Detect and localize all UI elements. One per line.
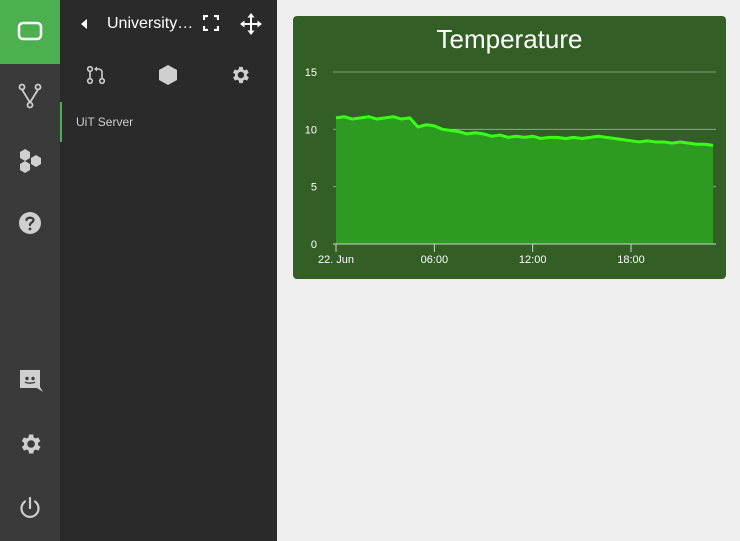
chevron-left-icon — [81, 19, 87, 29]
power-icon — [20, 496, 40, 518]
rail-branches-button[interactable] — [0, 64, 60, 128]
panel-tabs — [60, 60, 277, 90]
x-tick-label: 22. Jun — [318, 254, 354, 266]
selected-indicator — [60, 102, 62, 142]
x-tick-label: 12:00 — [519, 254, 547, 266]
hexagon-icon — [159, 65, 177, 85]
server-label: UiT Server — [76, 115, 134, 129]
help-icon — [19, 212, 41, 234]
fullscreen-button[interactable] — [201, 13, 221, 33]
rail-discord-button[interactable] — [0, 348, 60, 412]
discord-icon — [20, 370, 43, 392]
tablet-icon — [17, 21, 43, 41]
y-tick-label: 15 — [305, 67, 317, 79]
tab-settings[interactable] — [225, 60, 255, 90]
left-rail — [0, 0, 60, 541]
rail-settings-button[interactable] — [0, 412, 60, 476]
server-list-item[interactable]: UiT Server — [60, 102, 277, 142]
hexagons-icon — [20, 149, 41, 173]
y-tick-label: 0 — [311, 239, 317, 251]
fullscreen-icon — [203, 15, 219, 31]
rail-modules-button[interactable] — [0, 128, 60, 192]
chart-title: Temperature — [436, 24, 583, 54]
tab-modules[interactable] — [153, 60, 183, 90]
x-tick-label: 18:00 — [617, 254, 645, 266]
side-panel: University of Tromsø — [60, 0, 277, 541]
rail-help-button[interactable] — [0, 191, 60, 255]
panel-title: University of Tromsø — [107, 15, 195, 32]
pull-request-icon — [86, 65, 106, 85]
back-button[interactable] — [76, 15, 92, 33]
git-branch-icon — [18, 83, 42, 109]
y-tick-label: 5 — [311, 182, 317, 194]
x-tick-label: 06:00 — [421, 254, 449, 266]
panel-header: University of Tromsø — [60, 0, 277, 48]
move-button[interactable] — [239, 12, 263, 36]
y-tick-label: 10 — [305, 124, 317, 136]
rail-tablet-button[interactable] — [0, 0, 60, 64]
rail-power-button[interactable] — [0, 476, 60, 540]
gear-icon — [233, 66, 249, 84]
move-icon — [240, 13, 262, 35]
temperature-chart-card: 0 5 10 15 22. Jun 06:00 12:00 18:00 Temperature — [293, 16, 726, 279]
gear-icon — [21, 434, 41, 454]
temperature-chart: 0 5 10 15 22. Jun 06:00 12:00 18:00 — [305, 67, 716, 266]
tab-pull-requests[interactable] — [81, 60, 111, 90]
temperature-area — [336, 116, 713, 244]
